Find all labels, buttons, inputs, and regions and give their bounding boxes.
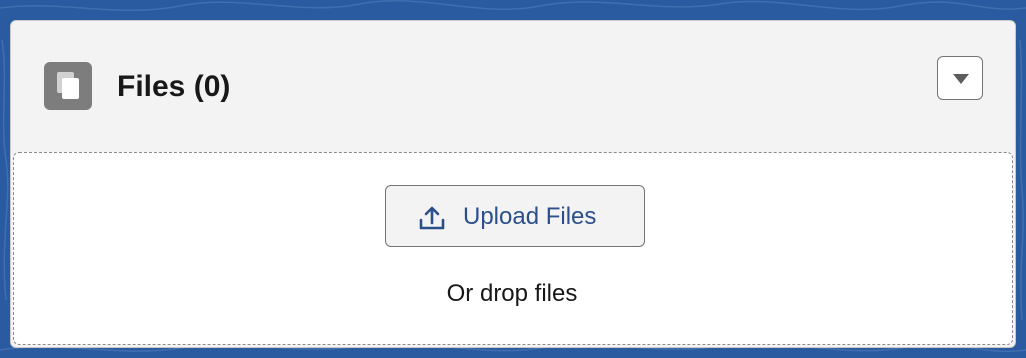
card-title: Files (0) — [117, 70, 231, 103]
caret-down-icon — [953, 74, 969, 84]
drop-files-text: Or drop files — [446, 280, 578, 307]
file-dropzone[interactable]: Upload Files Or drop files — [13, 152, 1013, 345]
card-header: Files (0) — [11, 21, 1015, 153]
card-menu-button[interactable] — [937, 56, 983, 100]
upload-files-label: Upload Files — [463, 203, 597, 230]
upload-icon — [419, 206, 445, 230]
files-card: Files (0) Upload Files Or drop files — [10, 20, 1016, 348]
files-icon — [44, 62, 92, 110]
upload-files-button[interactable]: Upload Files — [385, 185, 645, 247]
